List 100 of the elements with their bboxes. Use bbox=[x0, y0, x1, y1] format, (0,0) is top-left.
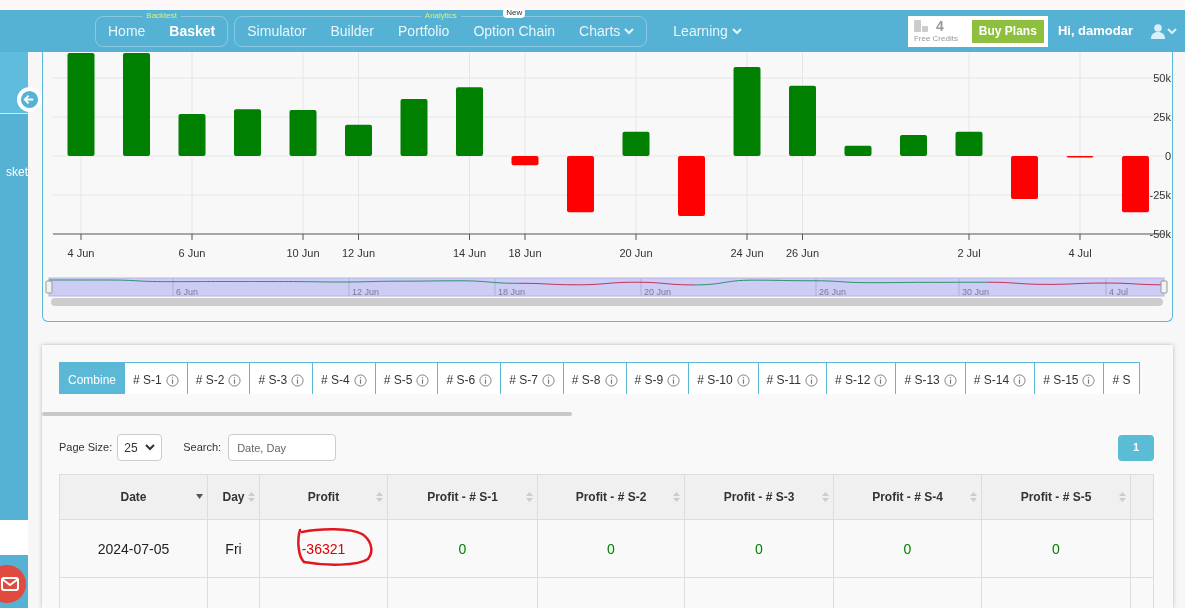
sidebar-panel bbox=[0, 520, 28, 555]
info-icon bbox=[416, 373, 430, 387]
greeting: Hi, damodar bbox=[1057, 22, 1133, 41]
tab[interactable]: # S-4 bbox=[312, 362, 376, 394]
navigator-label: 26 Jun bbox=[819, 287, 847, 297]
column-header[interactable]: Profit bbox=[260, 475, 388, 519]
column-header[interactable]: Profit - # S-2 bbox=[538, 475, 685, 519]
caret-icon bbox=[731, 27, 742, 35]
axis-label: 25k bbox=[1153, 111, 1171, 123]
axis-label: 4 Jun bbox=[67, 247, 95, 259]
credit-count: 4 bbox=[935, 16, 944, 36]
column-header[interactable]: Profit - # S-4 bbox=[834, 475, 982, 519]
axis-label: 0 bbox=[1164, 150, 1171, 162]
table-cell: 2024-07-05 bbox=[97, 539, 170, 558]
table-cell: 0 bbox=[607, 539, 615, 558]
tab[interactable]: # S bbox=[1103, 362, 1140, 394]
bar bbox=[345, 124, 372, 156]
bar bbox=[844, 145, 872, 156]
info-icon bbox=[541, 373, 555, 387]
navigator-label: 20 Jun bbox=[644, 287, 672, 297]
navigator-label: 12 Jun bbox=[352, 287, 380, 297]
bar bbox=[955, 131, 983, 156]
axis-label: -50k bbox=[1149, 228, 1171, 240]
axis-label: 24 Jun bbox=[730, 247, 764, 259]
page-size-select[interactable]: 25 bbox=[117, 434, 163, 461]
new-badge: New bbox=[503, 7, 526, 18]
bar bbox=[789, 85, 816, 156]
user-icon[interactable] bbox=[1151, 23, 1165, 39]
tab[interactable]: # S-9 bbox=[625, 362, 690, 394]
group-label: Backtest bbox=[142, 10, 181, 21]
tab[interactable]: # S-12 bbox=[826, 362, 897, 394]
bar bbox=[678, 156, 705, 217]
navigator-handle bbox=[1160, 280, 1168, 294]
info-icon bbox=[805, 373, 819, 387]
table-cell: 0 bbox=[458, 539, 467, 558]
info-icon bbox=[291, 373, 305, 387]
navigator-label: 30 Jun bbox=[962, 287, 990, 297]
table-cell: 0 bbox=[1052, 539, 1060, 558]
axis-label: 12 Jun bbox=[342, 247, 375, 259]
column-header[interactable]: Profit - # S-5 bbox=[982, 475, 1131, 519]
table-cell: -36321 bbox=[301, 539, 346, 558]
tab[interactable]: # S-7 bbox=[500, 362, 564, 394]
axis-label: 50k bbox=[1153, 72, 1171, 84]
axis-label: 20 Jun bbox=[619, 247, 653, 259]
info-icon bbox=[943, 373, 957, 387]
info-icon bbox=[874, 373, 888, 387]
tab[interactable]: # S-2 bbox=[186, 362, 251, 394]
tab[interactable]: # S-1 bbox=[124, 362, 188, 394]
info-icon bbox=[1082, 373, 1096, 387]
axis-label: 6 Jun bbox=[178, 247, 206, 259]
table-cell: 0 bbox=[755, 539, 763, 558]
tab[interactable]: # S-11 bbox=[757, 362, 828, 394]
caret-icon bbox=[145, 444, 156, 451]
bar bbox=[400, 99, 428, 156]
tab[interactable]: # S-3 bbox=[249, 362, 314, 394]
column-header[interactable]: Date bbox=[60, 475, 208, 519]
info-icon bbox=[1013, 373, 1027, 387]
table-cell: Fri bbox=[225, 539, 242, 558]
axis-label: -25k bbox=[1149, 189, 1171, 201]
column-header[interactable]: Profit - # S-3 bbox=[685, 475, 834, 519]
tab[interactable]: # S-5 bbox=[374, 362, 439, 394]
credits-label: Free Credits bbox=[913, 34, 959, 44]
bar bbox=[178, 113, 206, 156]
info-icon bbox=[479, 373, 493, 387]
coins-icon bbox=[913, 20, 928, 32]
navigator-handle bbox=[45, 280, 53, 294]
scrollbar[interactable] bbox=[42, 411, 572, 416]
tab[interactable]: # S-14 bbox=[964, 362, 1036, 394]
caret-icon[interactable] bbox=[1167, 27, 1177, 35]
column-header[interactable]: Profit - # S-1 bbox=[388, 475, 538, 519]
table-cell: 0 bbox=[903, 539, 912, 558]
bar bbox=[567, 156, 594, 213]
axis-label: 2 Jul bbox=[957, 247, 981, 259]
info-icon bbox=[228, 373, 242, 387]
info-icon bbox=[165, 373, 179, 387]
tab[interactable]: # S-6 bbox=[437, 362, 502, 394]
tab[interactable]: # S-8 bbox=[562, 362, 627, 394]
column-header[interactable]: Day bbox=[208, 475, 260, 519]
tab[interactable]: # S-10 bbox=[688, 362, 759, 394]
bar bbox=[234, 109, 261, 156]
bar bbox=[1011, 156, 1038, 199]
navigator-label: 6 Jun bbox=[176, 287, 199, 297]
tab[interactable]: # S-15 bbox=[1034, 362, 1105, 394]
axis-label: 4 Jul bbox=[1068, 247, 1092, 259]
group-label: Analytics bbox=[420, 10, 461, 21]
tab[interactable]: # S-13 bbox=[895, 362, 966, 394]
bar bbox=[622, 131, 650, 156]
bar bbox=[900, 134, 927, 156]
axis-label: 10 Jun bbox=[286, 247, 320, 259]
back-arrow-icon[interactable] bbox=[17, 87, 42, 112]
navigator-label: 18 Jun bbox=[498, 287, 526, 297]
search-label: Search: bbox=[183, 440, 222, 456]
caret-icon bbox=[624, 27, 635, 35]
bar bbox=[1122, 156, 1149, 213]
search-field[interactable]: Date, Day bbox=[228, 434, 337, 461]
navigator-label: 4 Jul bbox=[1109, 287, 1128, 297]
page-size-label: Page Size: bbox=[59, 440, 113, 456]
axis-label: 26 Jun bbox=[786, 247, 819, 259]
info-icon bbox=[604, 373, 618, 387]
axis-label: 14 Jun bbox=[453, 247, 486, 259]
